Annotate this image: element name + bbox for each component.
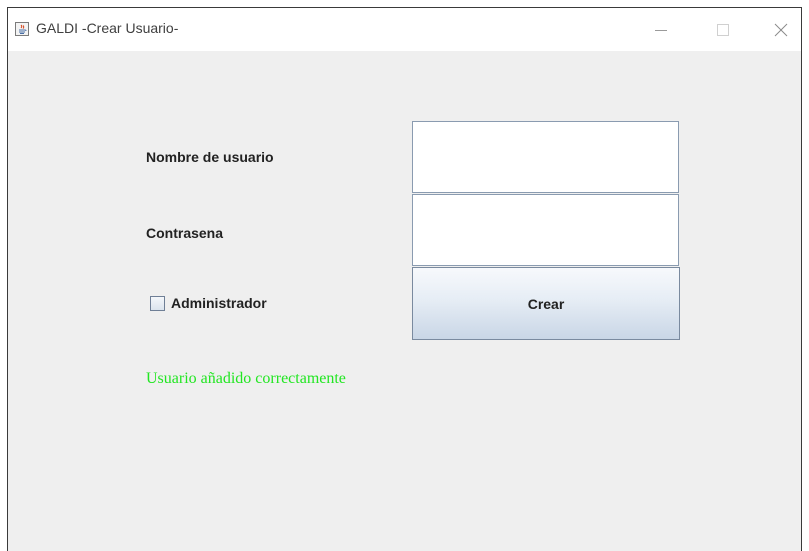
- window-title: GALDI -Crear Usuario-: [36, 20, 179, 36]
- minimize-button[interactable]: [638, 8, 684, 51]
- title-bar[interactable]: GALDI -Crear Usuario-: [8, 8, 801, 51]
- create-button-label: Crear: [527, 295, 565, 312]
- admin-checkbox[interactable]: Administrador: [150, 295, 267, 311]
- checkbox-box[interactable]: [150, 295, 165, 311]
- app-window: GALDI -Crear Usuario- Nombre de usuario …: [7, 7, 802, 551]
- password-label: Contrasena: [146, 225, 224, 241]
- username-label: Nombre de usuario: [146, 149, 274, 165]
- status-message: Usuario añadido correctamente: [146, 370, 346, 387]
- minimize-icon: [655, 29, 667, 31]
- close-icon: [774, 23, 788, 36]
- admin-checkbox-label: Administrador: [171, 295, 267, 311]
- maximize-button[interactable]: [700, 8, 746, 51]
- close-button[interactable]: [758, 8, 804, 51]
- java-app-icon: [15, 22, 29, 36]
- username-input[interactable]: [412, 121, 679, 193]
- create-user-button[interactable]: Crear: [412, 267, 680, 340]
- maximize-icon: [717, 23, 729, 36]
- form-panel: Nombre de usuario Contrasena Administrad…: [8, 51, 801, 551]
- password-input[interactable]: [412, 194, 679, 266]
